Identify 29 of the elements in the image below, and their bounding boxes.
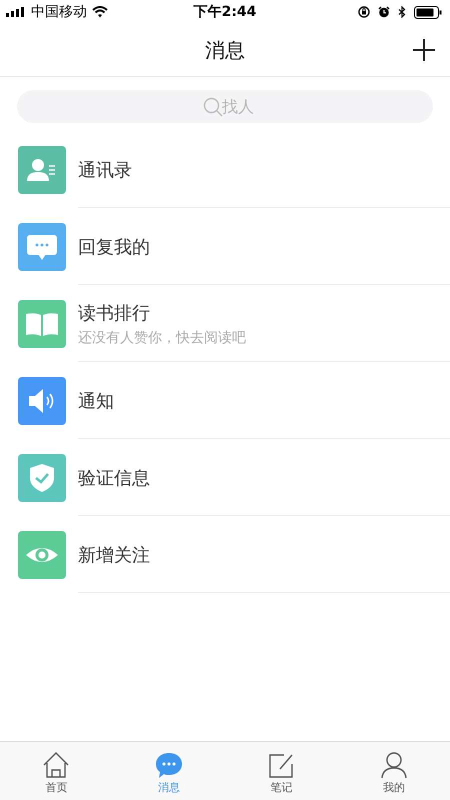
bluetooth-icon bbox=[398, 6, 406, 18]
tab-item[interactable]: 我的 bbox=[338, 742, 450, 800]
item-title: 验证信息 bbox=[78, 466, 150, 490]
list-item[interactable]: 回复我的 bbox=[0, 208, 450, 285]
page-title: 消息 bbox=[205, 36, 245, 64]
battery-icon bbox=[414, 6, 442, 18]
item-title: 回复我的 bbox=[78, 236, 150, 258]
item-title: 读书排行 bbox=[78, 302, 151, 324]
tab-item[interactable]: 笔记 bbox=[225, 742, 338, 800]
search-icon bbox=[203, 97, 223, 117]
person-icon bbox=[378, 750, 409, 780]
carrier-name: 中国移动 bbox=[31, 3, 87, 21]
item-title: 新增关注 bbox=[78, 544, 150, 566]
item-subtitle: 还没有人赞你，快去阅读吧 bbox=[78, 328, 246, 346]
item-title: 通知 bbox=[78, 390, 114, 412]
list-item[interactable]: 通讯录 bbox=[0, 131, 450, 208]
status-time: 下午2:44 bbox=[194, 3, 256, 21]
list-item[interactable]: 读书排行 还没有人赞你，快去阅读吧 bbox=[0, 285, 450, 362]
list-item[interactable]: 通知 bbox=[0, 362, 450, 439]
alarm-icon bbox=[378, 6, 390, 18]
rotation-lock-icon bbox=[358, 6, 370, 18]
add-icon[interactable] bbox=[412, 38, 436, 62]
tab-item[interactable]: 首页 bbox=[0, 742, 112, 800]
list-item[interactable]: 新增关注 bbox=[0, 516, 450, 593]
wifi-icon bbox=[92, 6, 108, 18]
search-field[interactable]: 找人 bbox=[17, 90, 433, 123]
signal-icon bbox=[6, 7, 26, 17]
list-item[interactable]: 验证信息 bbox=[0, 439, 450, 516]
item-title: 通讯录 bbox=[78, 158, 132, 182]
